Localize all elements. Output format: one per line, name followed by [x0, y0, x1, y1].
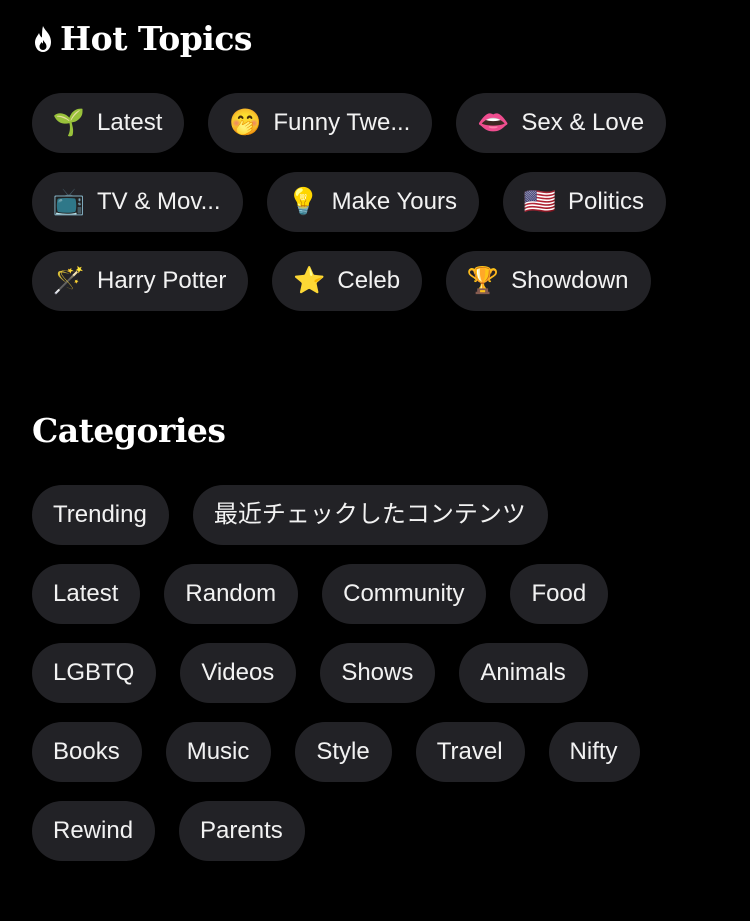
seedling-icon: 🌱	[52, 108, 86, 138]
categories-section: Categories Trending 最近チェックしたコンテンツ Latest…	[32, 410, 732, 880]
hot-topics-section: Hot Topics 🌱 Latest 🤭 Funny Twe... 👄 Sex…	[32, 18, 732, 330]
topic-politics[interactable]: 🇺🇸 Politics	[503, 172, 667, 232]
topic-latest[interactable]: 🌱 Latest	[32, 93, 185, 153]
categories-row: Books Music Style Travel Nifty	[32, 722, 732, 782]
category-shows[interactable]: Shows	[320, 643, 436, 703]
category-travel[interactable]: Travel	[415, 722, 525, 782]
hot-topics-row: 📺 TV & Mov... 💡 Make Yours 🇺🇸 Politics	[32, 172, 732, 232]
categories-row: Latest Random Community Food	[32, 564, 732, 624]
hot-topics-row: 🌱 Latest 🤭 Funny Twe... 👄 Sex & Love	[32, 93, 732, 153]
category-style[interactable]: Style	[295, 722, 392, 782]
television-icon: 📺	[52, 187, 86, 217]
star-icon: ⭐	[293, 266, 326, 296]
topic-label: Make Yours	[331, 188, 457, 215]
topic-label: Showdown	[511, 267, 629, 294]
topic-label: Latest	[97, 109, 163, 136]
topic-label: TV & Mov...	[97, 188, 221, 215]
topic-label: Harry Potter	[97, 267, 227, 294]
category-latest[interactable]: Latest	[32, 564, 141, 624]
categories-heading: Categories	[32, 411, 226, 450]
categories-row: LGBTQ Videos Shows Animals	[32, 643, 732, 703]
topic-showdown[interactable]: 🏆 Showdown	[446, 251, 651, 311]
category-animals[interactable]: Animals	[459, 643, 588, 703]
topic-celeb[interactable]: ⭐ Celeb	[272, 251, 423, 311]
category-recently-viewed[interactable]: 最近チェックしたコンテンツ	[192, 485, 548, 545]
topic-funny-tweets[interactable]: 🤭 Funny Twe...	[208, 93, 433, 153]
topic-sex-love[interactable]: 👄 Sex & Love	[456, 93, 667, 153]
category-parents[interactable]: Parents	[179, 801, 305, 861]
category-videos[interactable]: Videos	[180, 643, 297, 703]
category-community[interactable]: Community	[322, 564, 487, 624]
fire-icon	[35, 26, 51, 52]
us-flag-icon: 🇺🇸	[523, 187, 557, 217]
hot-topics-heading: Hot Topics	[32, 18, 732, 60]
category-nifty[interactable]: Nifty	[548, 722, 640, 782]
topic-label: Politics	[568, 188, 645, 215]
trophy-icon: 🏆	[466, 266, 500, 296]
topic-harry-potter[interactable]: 🪄 Harry Potter	[32, 251, 249, 311]
topic-label: Funny Twe...	[273, 109, 411, 136]
hot-topics-title: Hot Topics	[60, 19, 253, 58]
category-rewind[interactable]: Rewind	[32, 801, 156, 861]
category-food[interactable]: Food	[510, 564, 609, 624]
face-with-hand-over-mouth-icon: 🤭	[229, 108, 262, 138]
topic-make-yours[interactable]: 💡 Make Yours	[266, 172, 479, 232]
hot-topics-row: 🪄 Harry Potter ⭐ Celeb 🏆 Showdown	[32, 251, 732, 311]
magic-wand-icon: 🪄	[52, 266, 86, 296]
category-books[interactable]: Books	[32, 722, 142, 782]
category-lgbtq[interactable]: LGBTQ	[32, 643, 157, 703]
categories-row: Trending 最近チェックしたコンテンツ	[32, 485, 732, 545]
category-trending[interactable]: Trending	[32, 485, 169, 545]
category-random[interactable]: Random	[164, 564, 299, 624]
topic-tv-movies[interactable]: 📺 TV & Mov...	[32, 172, 243, 232]
lips-icon: 👄	[477, 108, 510, 138]
topic-label: Sex & Love	[521, 109, 645, 136]
light-bulb-icon: 💡	[287, 187, 320, 217]
categories-row: Rewind Parents	[32, 801, 732, 861]
category-music[interactable]: Music	[165, 722, 272, 782]
topic-label: Celeb	[337, 267, 401, 294]
